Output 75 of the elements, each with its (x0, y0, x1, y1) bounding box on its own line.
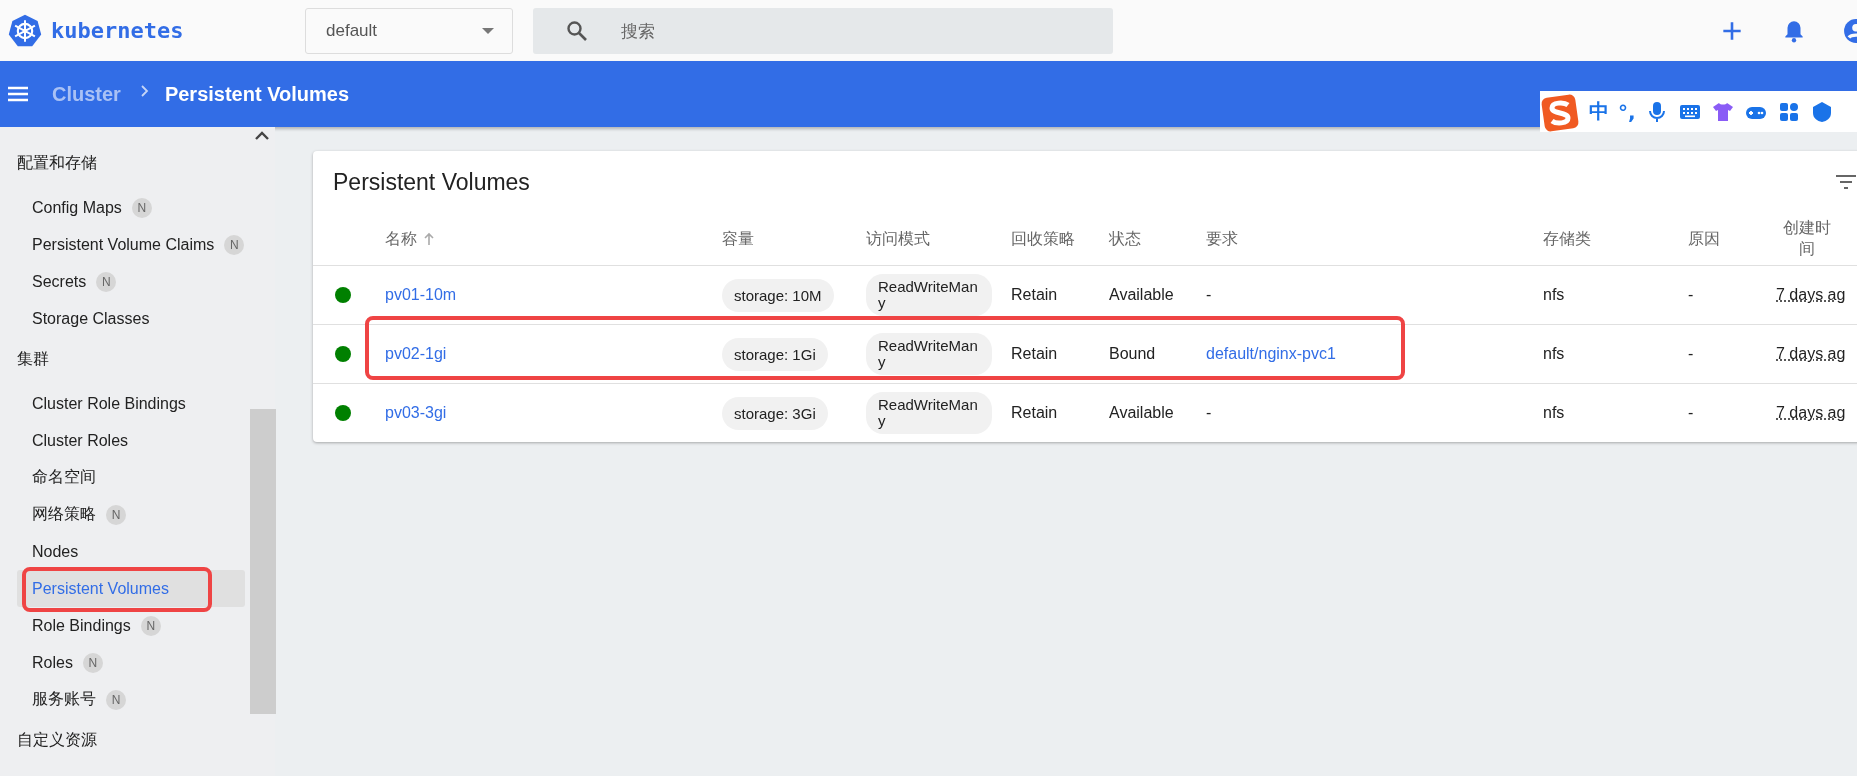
sidebar-item[interactable]: Nodes (17, 533, 245, 570)
capacity-chip: storage: 10M (722, 278, 834, 312)
column-header[interactable]: 访问模式 (866, 228, 930, 250)
sidebar-item[interactable]: Cluster Role Bindings (17, 385, 245, 422)
namespaced-badge: N (96, 271, 117, 292)
table-cell: Available (1109, 286, 1174, 304)
table-cell: - (1688, 345, 1694, 363)
helm-wheel-logo-icon (7, 12, 43, 49)
sidebar-item[interactable]: 命名空间 (17, 459, 245, 496)
column-header[interactable]: 创建时间 (1776, 218, 1838, 260)
capacity-chip: storage: 1Gi (722, 337, 828, 371)
column-header[interactable]: 状态 (1109, 228, 1141, 250)
caret-icon (482, 27, 494, 34)
table-cell: Retain (1011, 404, 1058, 422)
column-header[interactable]: 原因 (1688, 228, 1720, 250)
column-header[interactable]: 名称 (385, 228, 417, 250)
age-text: 7 days ag (1776, 286, 1846, 304)
table-cell: - (1688, 404, 1694, 422)
namespaced-badge: N (106, 689, 126, 710)
access-mode-chip: ReadWriteMany (866, 274, 992, 316)
namespaced-badge: N (131, 197, 152, 218)
namespaced-badge: N (82, 652, 103, 673)
namespaced-badge: N (224, 234, 245, 255)
table-cell: nfs (1543, 286, 1565, 304)
sidebar-section-title: 集群 (16, 348, 50, 370)
age-text: 7 days ag (1776, 345, 1846, 363)
volume-link[interactable]: pv02-1gi (385, 345, 447, 363)
namespaced-badge: N (106, 504, 126, 525)
punctuation-toggle[interactable]: °, (1618, 99, 1636, 124)
sidebar-item[interactable]: 网络策略 N (17, 496, 245, 533)
filter-icon[interactable] (1834, 174, 1857, 190)
sidebar-item[interactable]: Roles N (17, 644, 245, 681)
table-cell: nfs (1543, 404, 1565, 422)
logo-text: kubernetes (51, 18, 184, 43)
table-cell: Retain (1011, 345, 1058, 363)
card-title: Persistent Volumes (333, 168, 530, 196)
volume-link[interactable]: pv01-10m (385, 286, 457, 304)
table-cell: Bound (1109, 345, 1156, 363)
sidebar-section-title: 自定义资源 (16, 729, 98, 751)
age-text: 7 days ag (1776, 404, 1846, 422)
table-cell: - (1206, 286, 1212, 304)
sidebar-item[interactable]: Role Bindings N (17, 607, 245, 644)
claim-link[interactable]: default/nginx-pvc1 (1206, 345, 1336, 363)
volume-link[interactable]: pv03-3gi (385, 404, 447, 422)
s-logo-icon[interactable] (1540, 92, 1580, 133)
table-cell: - (1688, 286, 1694, 304)
sidebar-item[interactable]: Cluster Roles (17, 422, 245, 459)
table-cell: Available (1109, 404, 1174, 422)
sidebar-item[interactable]: Secrets N (17, 263, 245, 300)
namespaced-badge: N (140, 615, 161, 636)
input-mode-toggle[interactable]: 中 (1589, 98, 1609, 125)
chevron-up-icon[interactable] (255, 131, 269, 140)
chevron-right-icon (140, 85, 149, 97)
access-mode-chip: ReadWriteMany (866, 392, 992, 434)
table-cell: - (1206, 404, 1212, 422)
menu-icon[interactable] (8, 86, 28, 102)
column-header[interactable]: 存储类 (1543, 228, 1591, 250)
sidebar-item[interactable]: Persistent Volume Claims N (17, 226, 245, 263)
access-mode-chip: ReadWriteMany (866, 333, 992, 375)
sidebar-item[interactable]: 服务账号 N (17, 681, 245, 718)
namespace-select[interactable]: default (305, 7, 513, 54)
column-header[interactable]: 容量 (722, 228, 754, 250)
sidebar-item[interactable]: Config Maps N (17, 189, 245, 226)
column-header[interactable]: 回收策略 (1011, 228, 1075, 250)
capacity-chip: storage: 3Gi (722, 396, 828, 430)
table-cell: nfs (1543, 345, 1565, 363)
sidebar-section-title: 配置和存储 (16, 152, 98, 174)
arrow-up-icon[interactable] (423, 232, 435, 246)
column-header[interactable]: 要求 (1206, 228, 1238, 250)
search-icon (565, 18, 589, 43)
sidebar-item[interactable]: Storage Classes (17, 300, 245, 337)
breadcrumb-current: Persistent Volumes (164, 82, 350, 106)
table-cell: Retain (1011, 286, 1058, 304)
search-field[interactable]: 搜索 (533, 7, 1113, 54)
scrollbar-thumb[interactable] (250, 409, 276, 714)
